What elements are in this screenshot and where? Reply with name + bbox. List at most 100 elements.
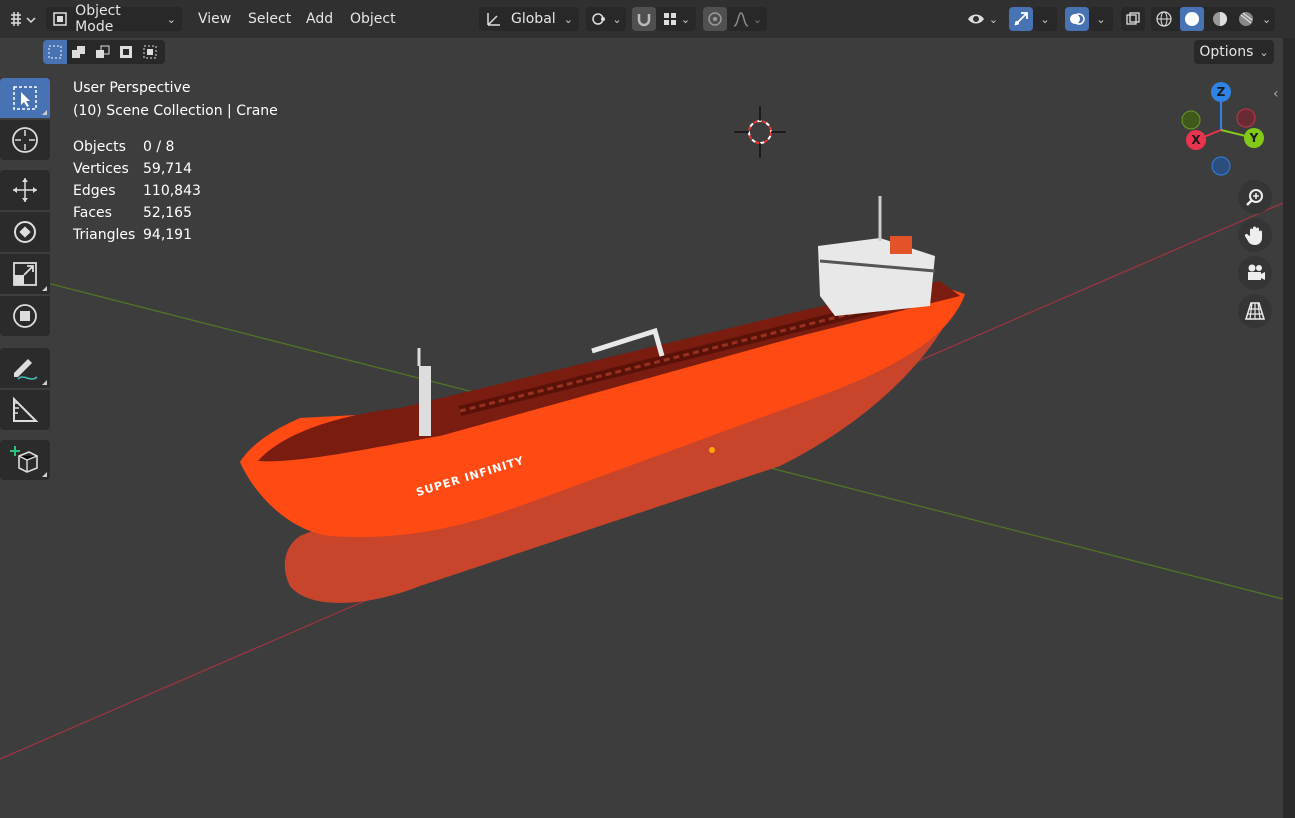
stat-value: 52,165 xyxy=(143,205,192,221)
stat-value: 94,191 xyxy=(143,227,192,243)
orientation-label: Global xyxy=(511,11,556,27)
x-axis-label: X xyxy=(1191,133,1201,147)
select-intersect-button[interactable] xyxy=(139,40,163,64)
grid-perspective-icon xyxy=(1244,302,1266,320)
chevron-down-icon: ⌄ xyxy=(680,12,691,26)
ruler-icon xyxy=(13,396,39,422)
zoom-icon xyxy=(1246,189,1263,206)
select-new-icon xyxy=(48,45,62,59)
magnet-icon xyxy=(637,14,651,27)
overlay-icon xyxy=(1070,13,1085,25)
navigation-gizmo[interactable]: Z X Y xyxy=(1176,80,1272,180)
annotate-tool[interactable] xyxy=(0,348,50,388)
transform-orientation-dropdown[interactable]: Global ⌄ xyxy=(479,7,579,31)
selection-mode-group xyxy=(43,40,165,64)
rendered-shading-icon[interactable] xyxy=(1237,10,1255,28)
select-box-icon xyxy=(13,86,37,110)
select-subtract-button[interactable] xyxy=(91,40,115,64)
solid-shading-button[interactable] xyxy=(1180,7,1205,31)
chevron-down-icon[interactable]: ⌄ xyxy=(1262,13,1271,26)
transform-icon xyxy=(13,304,37,328)
neg-z-handle[interactable] xyxy=(1211,156,1231,176)
xray-toggle[interactable] xyxy=(1121,7,1145,31)
ship-funnel xyxy=(890,236,912,254)
select-extend-icon xyxy=(72,46,85,58)
collection-info: (10) Scene Collection | Crane xyxy=(73,103,278,119)
select-new-button[interactable] xyxy=(43,40,67,64)
stat-label: Vertices xyxy=(73,161,129,177)
add-cube-tool[interactable] xyxy=(0,440,50,480)
stat-label: Faces xyxy=(73,205,112,221)
xray-icon xyxy=(1126,12,1140,25)
solid-shading-icon xyxy=(1185,12,1200,26)
select-extend-button[interactable] xyxy=(67,40,91,64)
visibility-dropdown[interactable]: ⌄ xyxy=(962,7,1002,31)
overlay-dropdown[interactable]: ⌄ xyxy=(1089,7,1113,31)
proportional-edit-icon xyxy=(708,12,722,26)
eye-icon xyxy=(967,14,984,24)
region-edge xyxy=(1283,38,1295,818)
gizmo-toggle[interactable] xyxy=(1009,7,1033,31)
snap-grid-icon xyxy=(663,13,676,25)
gizmo-dropdown[interactable]: ⌄ xyxy=(1033,7,1057,31)
add-cube-icon xyxy=(10,446,38,473)
transform-tool[interactable] xyxy=(0,296,50,336)
stat-vertices: Vertices 59,714 xyxy=(73,161,192,177)
stat-label: Edges xyxy=(73,183,116,199)
move-tool[interactable] xyxy=(0,170,50,210)
editor-type-button[interactable] xyxy=(4,7,40,31)
menu-object[interactable]: Object xyxy=(350,9,396,29)
chevron-down-icon: ⌄ xyxy=(1096,12,1106,26)
orientation-icon xyxy=(487,13,500,26)
menu-select[interactable]: Select xyxy=(248,9,291,29)
snap-toggle[interactable] xyxy=(632,7,656,31)
y-axis-label: Y xyxy=(1249,131,1259,145)
select-intersect-icon xyxy=(143,45,157,59)
cursor-tool[interactable] xyxy=(0,120,50,160)
pivot-point-dropdown[interactable]: ⌄ xyxy=(586,7,626,31)
camera-view-button[interactable] xyxy=(1238,256,1272,290)
stat-value: 0 / 8 xyxy=(143,139,175,155)
falloff-dropdown[interactable]: ⌄ xyxy=(727,7,767,31)
scale-tool[interactable] xyxy=(0,254,50,294)
perspective-toggle-button[interactable] xyxy=(1238,294,1272,328)
neg-x-handle[interactable] xyxy=(1236,108,1256,128)
select-invert-icon xyxy=(120,46,132,58)
menu-add[interactable]: Add xyxy=(306,9,333,29)
object-mode-icon xyxy=(53,12,67,26)
stat-triangles: Triangles 94,191 xyxy=(73,227,192,243)
select-box-tool[interactable] xyxy=(0,78,50,118)
rotate-icon xyxy=(14,221,36,243)
camera-icon xyxy=(1248,264,1265,280)
overlay-toggle[interactable] xyxy=(1065,7,1089,31)
rotate-tool[interactable] xyxy=(0,212,50,252)
measure-tool[interactable] xyxy=(0,390,50,430)
viewport-scene[interactable] xyxy=(0,66,1283,818)
stat-faces: Faces 52,165 xyxy=(73,205,192,221)
menu-view[interactable]: View xyxy=(198,9,231,29)
move-icon xyxy=(13,178,37,202)
options-dropdown[interactable]: Options ⌄ xyxy=(1194,40,1274,64)
material-shading-icon[interactable] xyxy=(1211,10,1229,28)
mode-dropdown[interactable]: Object Mode ⌄ xyxy=(46,3,182,35)
ship-superstructure xyxy=(818,238,935,316)
view-name: User Perspective xyxy=(73,80,191,96)
pan-button[interactable] xyxy=(1238,218,1272,252)
shading-group: ⌄ xyxy=(1151,7,1275,31)
neg-y-handle[interactable] xyxy=(1181,110,1201,130)
pencil-icon xyxy=(14,359,38,380)
proportional-editing-toggle[interactable] xyxy=(703,7,727,31)
falloff-curve-icon xyxy=(733,12,749,27)
wireframe-shading-icon[interactable] xyxy=(1155,10,1173,28)
viewport-header: Object Mode ⌄ View Select Add Object Glo… xyxy=(0,0,1295,38)
editor-type-icon xyxy=(11,12,36,26)
stat-label: Triangles xyxy=(73,227,136,243)
chevron-down-icon: ⌄ xyxy=(752,12,763,26)
select-invert-button[interactable] xyxy=(115,40,139,64)
gizmo-arrow-icon xyxy=(1014,12,1028,26)
select-subtract-icon xyxy=(96,45,110,58)
sidebar-toggle-icon[interactable]: ‹ xyxy=(1273,86,1279,102)
zoom-button[interactable] xyxy=(1238,180,1272,214)
snap-target-dropdown[interactable]: ⌄ xyxy=(656,7,696,31)
chevron-down-icon: ⌄ xyxy=(166,12,176,26)
